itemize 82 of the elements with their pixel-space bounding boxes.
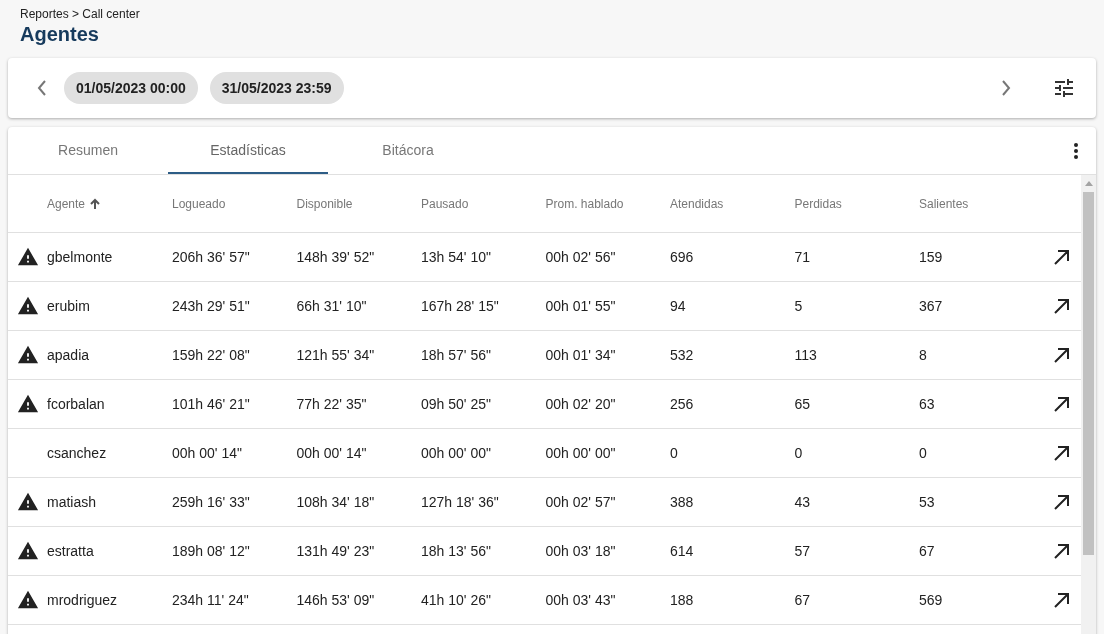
tab[interactable]: Estadísticas [168,127,328,174]
table-cell-text: 532 [670,347,695,363]
table-cell-text: 234h 11' 24" [172,592,250,608]
table-cell-text: 00h 03' 43" [545,592,617,608]
table-cell-text: 77h 22' 35" [296,396,368,412]
table-cell-text: 148h 39' 52" [296,249,376,265]
table-cell-text: 67 [794,592,812,608]
agent-name: apadia [47,347,90,363]
table-cell-text: 18h 57' 56" [421,347,492,363]
table-cell-text: 167h 28' 15" [421,298,500,314]
tab[interactable]: Resumen [8,127,168,174]
tab[interactable]: Bitácora [328,127,488,174]
table-cell-text: 259h 16' 33" [172,494,251,510]
table-cell-text: 53 [919,494,936,510]
column-header[interactable]: Salientes [919,196,969,211]
table-cell-text: 00h 02' 56" [545,249,617,265]
table-cell-text: 0 [919,445,928,461]
table-cell-text: 696 [670,249,695,265]
column-header[interactable]: Perdidas [794,196,842,211]
page-title: Agentes [20,22,100,46]
agent-name: matiash [47,494,97,510]
table-cell-text: 00h 03' 18" [545,543,617,559]
table-cell-text: 00h 02' 20" [545,396,617,412]
column-header[interactable]: Atendidas [670,196,724,211]
table-cell-text: 367 [919,298,944,314]
end-date-chip[interactable]: 31/05/2023 23:59 [209,72,344,104]
agent-name: csanchez [47,445,107,461]
table-cell-text: 67 [919,543,936,559]
table-cell-text: 0 [794,445,804,461]
column-header[interactable]: Logueado [172,196,226,211]
table-cell-text: 00h 01' 34" [545,347,617,363]
table-cell-text: 614 [670,543,695,559]
agent-name: gbelmonte [47,249,113,265]
table-cell-text: 159 [919,249,944,265]
table-cell-text: 5 [794,298,804,314]
table-cell-text: 188 [670,592,695,608]
table-cell-text: 388 [670,494,695,510]
column-header[interactable]: Disponible [296,196,353,211]
column-header[interactable]: Pausado [421,196,469,211]
table-cell-text: 71 [794,249,812,265]
column-header[interactable]: Prom. hablado [545,196,624,211]
table-cell-text: 127h 18' 36" [421,494,500,510]
table-cell-text: 41h 10' 26" [421,592,492,608]
table-cell-text: 8 [919,347,928,363]
table-cell-text: 0 [670,445,679,461]
table-cell-text: 113 [794,347,818,363]
table-cell-text: 13h 54' 10" [421,249,492,265]
table-cell-text: 00h 00' 14" [296,445,368,461]
table-cell-text: 43 [794,494,812,510]
table-cell-text: 09h 50' 25" [421,396,492,412]
start-date-chip[interactable]: 01/05/2023 00:00 [64,72,198,104]
sort-up-arrow-icon[interactable] [89,197,102,210]
agent-name: mrodriguez [47,592,118,608]
table-cell-text: 00h 00' 00" [421,445,492,461]
filter-settings-icon[interactable] [1052,76,1076,100]
table-cell-text: 66h 31' 10" [296,298,368,314]
table-cell-text: 00h 01' 55" [545,298,617,314]
table-cell-text: 159h 22' 08" [172,347,251,363]
scroll-thumb[interactable] [1083,192,1094,555]
agent-name: erubim [47,298,90,314]
table-cell-text: 256 [670,396,695,412]
table-cell-text: 18h 13' 56" [421,543,492,559]
table-cell-text: 146h 53' 09" [296,592,376,608]
table-cell-text: 00h 00' 14" [172,445,243,461]
table-cell-text: 101h 46' 21" [172,396,251,412]
table-cell-text: 65 [794,396,812,412]
table-cell-text: 63 [919,396,936,412]
table-cell-text: 121h 55' 34" [296,347,376,363]
agent-name: fcorbalan [47,396,105,412]
agent-name: estratta [47,543,94,559]
table-cell-text: 131h 49' 23" [296,543,376,559]
table-cell-text: 94 [670,298,687,314]
table-cell-text: 206h 36' 57" [172,249,251,265]
table-cell-text: 243h 29' 51" [172,298,251,314]
table-cell-text: 189h 08' 12" [172,543,251,559]
table-cell-text: 569 [919,592,944,608]
breadcrumb: Reportes > Call center [20,6,141,22]
table-cell-text: 108h 34' 18" [296,494,376,510]
column-header[interactable]: Agente [47,196,86,211]
table-cell-text: 00h 02' 57" [545,494,617,510]
table-cell-text: 57 [794,543,812,559]
table-cell-text: 00h 00' 00" [545,445,617,461]
